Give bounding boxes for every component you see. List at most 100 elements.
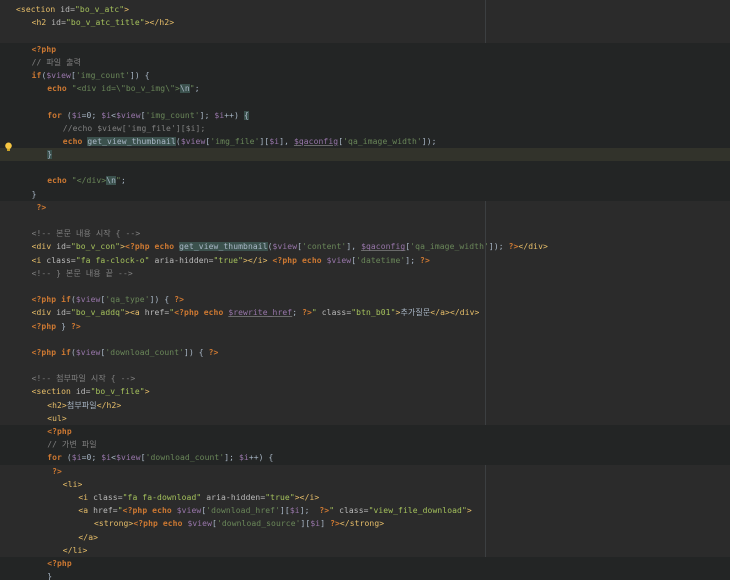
code-line[interactable]: <section id="bo_v_file">: [0, 385, 730, 398]
code-token: $view: [116, 110, 141, 120]
code-line[interactable]: }: [0, 570, 730, 580]
code-token: ?>: [47, 466, 62, 476]
code-token: >: [466, 506, 472, 516]
code-line[interactable]: <section id="bo_v_atc">: [0, 3, 730, 16]
code-line[interactable]: [0, 280, 730, 293]
code-token: <?php: [47, 427, 72, 436]
code-line[interactable]: // 파일 출력: [0, 55, 730, 69]
code-line-content: }: [47, 570, 52, 580]
code-token: aria-hidden=: [154, 255, 214, 265]
code-line[interactable]: // 가변 파일: [0, 438, 730, 452]
code-line[interactable]: <?php: [0, 42, 730, 56]
code-token: <h2: [31, 18, 52, 28]
code-line[interactable]: echo "</div>\n";: [0, 174, 730, 188]
code-token: </a>: [78, 532, 99, 542]
code-line-content: <?php: [47, 425, 72, 438]
code-line[interactable]: echo get_view_thumbnail($view['img_file'…: [0, 134, 730, 149]
code-line-content: <!-- 본문 내용 시작 { -->: [32, 227, 141, 240]
code-line[interactable]: <div id="bo_v_addq"><a href="<?php echo …: [0, 306, 730, 319]
code-token: <!-- 첨부파일 시작 { -->: [31, 374, 136, 384]
code-line[interactable]: ?>: [0, 465, 730, 478]
code-token: $rewrite_href: [228, 308, 293, 318]
code-token: 'qa_image_width': [343, 136, 422, 146]
code-line-content: ?>: [47, 465, 62, 478]
code-token: 'img_count': [75, 70, 130, 80]
code-token: "<div id=\"bo_v_img\">: [71, 84, 180, 94]
code-token: </div>: [518, 242, 548, 252]
lightbulb-icon[interactable]: [4, 142, 13, 152]
code-token: ;: [194, 84, 200, 94]
code-line[interactable]: <?php: [0, 556, 730, 571]
code-token: </a></div>: [430, 308, 480, 318]
code-line[interactable]: <ul>: [0, 412, 730, 425]
code-token: $view: [272, 242, 298, 252]
code-token: echo: [47, 176, 72, 186]
code-line[interactable]: [0, 161, 730, 175]
code-token: get_view_thumbnail: [179, 242, 268, 252]
code-token: $view: [75, 295, 101, 305]
code-line-content: }: [47, 148, 53, 161]
code-token: }: [61, 321, 71, 331]
code-token: <?php: [174, 308, 204, 318]
code-token: "bo_v_con": [70, 242, 121, 252]
code-token: <?php: [272, 255, 303, 265]
code-line[interactable]: <i class="fa fa-download" aria-hidden="t…: [0, 491, 730, 504]
code-line[interactable]: </li>: [0, 544, 730, 557]
code-line-content: if($view['img_count']) {: [32, 69, 150, 82]
code-line[interactable]: }: [0, 148, 730, 162]
code-line[interactable]: <i class="fa fa-clock-o" aria-hidden="tr…: [0, 254, 730, 267]
code-line[interactable]: <a href="<?php echo $view['download_href…: [0, 504, 730, 517]
code-line[interactable]: <li>: [0, 478, 730, 491]
code-token: echo: [47, 84, 72, 94]
code-token: ></i>: [243, 255, 273, 265]
code-token: ],: [279, 136, 294, 146]
code-line[interactable]: //echo $view['img_file'][$i];: [0, 121, 730, 135]
code-token: <?php: [31, 295, 62, 305]
code-line[interactable]: echo "<div id=\"bo_v_img\">\n";: [0, 82, 730, 96]
code-token: </h2>: [96, 400, 122, 410]
code-line[interactable]: [0, 214, 730, 227]
code-token: // 가변 파일: [47, 440, 97, 450]
code-line[interactable]: <!-- } 본문 내용 끝 -->: [0, 267, 730, 280]
code-token: \n: [106, 176, 117, 186]
code-line[interactable]: if($view['img_count']) {: [0, 68, 730, 83]
code-token: 'datetime': [356, 255, 406, 265]
code-line[interactable]: }: [0, 187, 730, 201]
code-line-content: </a>: [78, 531, 98, 544]
code-token: ?>: [302, 308, 312, 318]
code-line[interactable]: <?php: [0, 425, 730, 439]
code-token: <li>: [62, 479, 83, 489]
code-token: <div: [31, 242, 57, 252]
code-line[interactable]: [0, 333, 730, 346]
code-line[interactable]: ?>: [0, 201, 730, 214]
code-line-content: <section id="bo_v_file">: [32, 385, 150, 398]
code-lines[interactable]: <section id="bo_v_atc"> <h2 id="bo_v_atc_…: [0, 3, 730, 580]
code-token: ]: [320, 519, 331, 529]
code-line[interactable]: <?php if($view['download_count']) { ?>: [0, 346, 730, 359]
code-line[interactable]: <!-- 본문 내용 시작 { -->: [0, 227, 730, 240]
code-editor[interactable]: <section id="bo_v_atc"> <h2 id="bo_v_atc_…: [0, 0, 730, 580]
code-line[interactable]: <?php if($view['qa_type']) { ?>: [0, 293, 730, 306]
code-line[interactable]: for ($i=0; $i<$view['img_count']; $i++) …: [0, 108, 730, 122]
code-token: "fa fa-download": [122, 492, 207, 502]
code-line[interactable]: [0, 95, 730, 109]
code-token: {: [243, 110, 249, 120]
code-line[interactable]: <strong><?php echo $view['download_sourc…: [0, 517, 730, 530]
code-token: $view: [187, 519, 213, 529]
code-token: <a: [129, 308, 145, 318]
code-line[interactable]: <div id="bo_v_con"><?php echo get_view_t…: [0, 240, 730, 253]
code-token: }: [47, 150, 53, 160]
code-line[interactable]: <?php } ?>: [0, 320, 730, 333]
code-token: echo: [62, 136, 88, 146]
code-token: $i: [214, 110, 225, 120]
code-line[interactable]: <!-- 첨부파일 시작 { -->: [0, 372, 730, 385]
code-line[interactable]: for ($i=0; $i<$view['download_count']; $…: [0, 451, 730, 465]
code-line[interactable]: [0, 359, 730, 372]
code-line[interactable]: <h2>첨부파일</h2>: [0, 399, 730, 412]
code-line[interactable]: <h2 id="bo_v_atc_title"></h2>: [0, 16, 730, 29]
code-token: }: [31, 189, 37, 199]
code-line[interactable]: [0, 29, 730, 42]
code-line[interactable]: </a>: [0, 531, 730, 544]
code-token: "true": [213, 255, 244, 265]
code-token: >: [144, 387, 150, 397]
